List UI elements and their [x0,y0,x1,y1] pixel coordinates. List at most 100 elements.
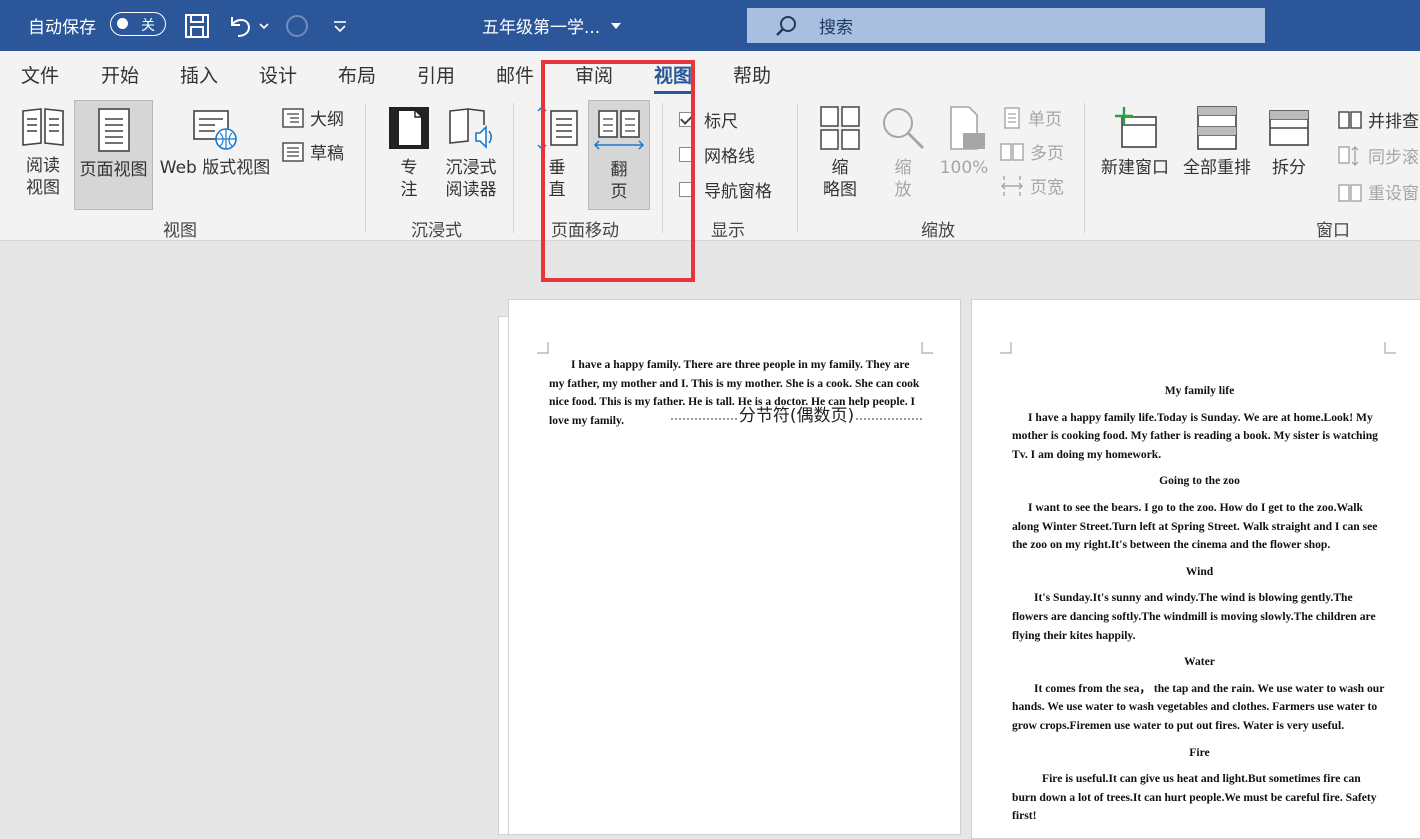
reset-window-position-button[interactable]: 重设窗 [1338,179,1419,204]
group-label-window: 窗口 [1316,221,1350,241]
focus-label-2: 注 [400,180,418,200]
focus-icon [389,107,429,149]
view-side-by-side-button[interactable]: 并排查 [1338,107,1419,132]
section-text: I want to see the bears. I go to the zoo… [1012,500,1378,552]
print-layout-icon [97,108,130,152]
separator [797,103,798,233]
ribbon: 阅读 视图 页面视图 Web 版式视图 大纲 草稿 视图 专 注 沉浸式 阅读器… [0,99,1420,241]
group-label-zoom: 缩放 [921,221,955,241]
section-break-dots [671,418,737,421]
title-dropdown-icon [611,22,622,29]
split-icon [1269,110,1309,146]
toggle-knob [117,18,128,29]
tab-references[interactable]: 引用 [417,61,455,88]
nav-pane-label: 导航窗格 [704,182,772,202]
section-title: Wind [1185,564,1214,578]
draft-icon [282,141,304,162]
section-text: Fire is useful.It can give us heat and l… [1012,772,1377,823]
arrange-all-button[interactable]: 全部重排 [1180,105,1254,209]
sync-scroll-label: 同步滚 [1368,148,1419,168]
zoom-100-button[interactable]: 100% [938,105,990,209]
outline-button[interactable]: 大纲 [282,105,344,130]
reset-window-icon [1338,183,1362,202]
tab-mailings[interactable]: 邮件 [496,61,534,88]
section-text: It's Sunday.It's sunny and windy.The win… [1012,591,1376,642]
crop-mark-icon [1384,342,1396,354]
focus-button[interactable]: 专 注 [384,105,434,209]
document-page-right[interactable]: My family life I have a happy family lif… [971,299,1420,839]
section-break-label: 分节符(偶数页) [738,406,855,426]
zoom-100-label: 100% [939,158,989,178]
section-break: 分节符(偶数页) [671,406,923,426]
focus-label-1: 专 [400,158,418,178]
gridlines-label: 网格线 [704,147,755,167]
tab-insert[interactable]: 插入 [180,61,218,88]
zoom-button[interactable]: 缩 放 [878,105,928,209]
section-title: Water [1184,655,1215,669]
group-label-immersive: 沉浸式 [411,221,462,241]
section-break-dots [856,418,923,421]
redo-icon[interactable] [284,0,310,51]
immersive-reader-icon [449,108,493,149]
tab-layout[interactable]: 布局 [338,61,376,88]
thumbnails-icon [820,106,860,150]
section-title: Going to the zoo [1159,474,1240,488]
search-placeholder: 搜索 [819,18,853,38]
document-page-left[interactable]: I have a happy family. There are three p… [508,299,961,835]
sync-scroll-icon [1338,145,1359,166]
save-icon[interactable] [184,0,210,51]
split-button[interactable]: 拆分 [1262,105,1316,209]
undo-dropdown-icon[interactable] [258,0,270,51]
autosave-label: 自动保存 [28,18,96,38]
multiple-pages-label: 多页 [1030,144,1064,164]
one-page-button[interactable]: 单页 [1002,105,1062,130]
immersive-reader-button[interactable]: 沉浸式 阅读器 [441,105,501,209]
read-mode-button[interactable]: 阅读 视图 [14,105,72,209]
page-width-button[interactable]: 页宽 [1000,173,1064,198]
new-window-label: 新建窗口 [1101,158,1169,178]
section-text: It comes from the sea， the tap and the r… [1012,681,1385,732]
autosave-toggle[interactable]: 关 [110,12,166,36]
separator [1084,103,1085,233]
document-title[interactable]: 五年级第一学... [482,0,622,51]
draft-label: 草稿 [310,144,344,164]
tab-help[interactable]: 帮助 [733,61,771,88]
thumbnails-button[interactable]: 缩 略图 [814,105,866,209]
annotation-highlight-box [541,60,695,282]
page-width-icon [1001,175,1023,196]
zoom-label-1: 缩 [894,158,912,178]
tab-design[interactable]: 设计 [259,61,297,88]
section-title: My family life [1164,384,1235,397]
customize-toolbar-icon[interactable] [332,0,348,51]
web-layout-icon [193,110,237,150]
search-box[interactable]: 搜索 [747,8,1265,43]
page-width-label: 页宽 [1030,178,1064,198]
zoom-label-2: 放 [894,180,912,200]
arrange-all-label: 全部重排 [1183,158,1251,178]
print-layout-button[interactable]: 页面视图 [74,100,153,210]
multiple-pages-button[interactable]: 多页 [1000,139,1064,164]
draft-button[interactable]: 草稿 [282,139,344,164]
undo-icon[interactable] [226,0,254,51]
read-mode-label-1: 阅读 [26,156,60,176]
sync-scroll-button[interactable]: 同步滚 [1338,143,1419,168]
autosave-state: 关 [141,18,155,34]
crop-mark-icon [537,342,549,354]
one-page-label: 单页 [1028,110,1062,130]
separator [365,103,366,233]
read-mode-label-2: 视图 [26,178,60,198]
ribbon-tabs: 文件 开始 插入 设计 布局 引用 邮件 审阅 视图 帮助 [0,51,1420,99]
print-layout-label: 页面视图 [79,160,148,180]
web-layout-label: Web 版式视图 [159,158,271,178]
new-window-button[interactable]: 新建窗口 [1098,105,1172,209]
thumbnails-label-1: 缩 [831,158,849,178]
section-text: I have a happy family life.Today is Sund… [1012,410,1378,461]
tab-file[interactable]: 文件 [21,61,59,88]
tab-home[interactable]: 开始 [101,61,139,88]
side-by-side-label: 并排查 [1368,112,1419,132]
crop-mark-icon [1000,342,1012,354]
web-layout-button[interactable]: Web 版式视图 [156,105,274,209]
thumbnails-label-2: 略图 [823,180,857,200]
section-title: Fire [1189,745,1210,759]
immersive-reader-label-1: 沉浸式 [445,158,497,178]
